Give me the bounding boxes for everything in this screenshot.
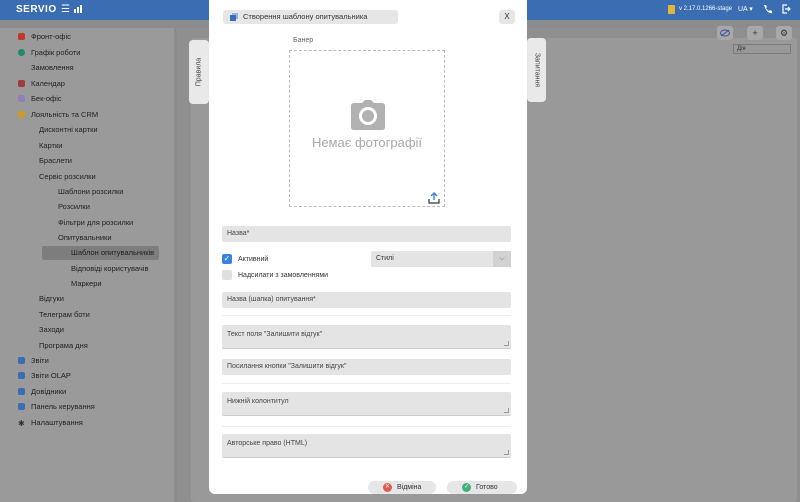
no-photo-text: Немає фотографії xyxy=(311,135,423,150)
sidebar-item-user-answers[interactable]: Відповіді користувачів xyxy=(71,262,148,276)
sidebar-item-olap-reports[interactable]: Звіти OLAP xyxy=(18,369,71,383)
gear-icon: ✱ xyxy=(18,419,25,428)
calendar-icon xyxy=(18,80,25,87)
resize-handle-icon[interactable] xyxy=(504,341,509,346)
banner-label: Банер xyxy=(293,37,314,44)
loyalty-icon xyxy=(18,111,25,118)
hide-icon[interactable] xyxy=(717,26,733,40)
notification-icon[interactable] xyxy=(668,5,675,18)
control-panel-icon xyxy=(18,403,25,410)
upload-icon[interactable] xyxy=(428,192,440,204)
settings-icon[interactable]: ⚙ xyxy=(776,26,792,40)
brand-logo[interactable]: SERVIO xyxy=(16,4,57,15)
menu-icon[interactable]: ☰ xyxy=(61,4,70,16)
camera-icon xyxy=(351,100,385,130)
language-label: UA xyxy=(738,6,748,13)
check-icon: ✓ xyxy=(462,483,471,492)
version-label: v 2.17.0.1266-stage xyxy=(679,6,733,12)
sidebar-item-telegram-bots[interactable]: Телеграм боти xyxy=(39,308,90,322)
sidebar-item-discount-cards[interactable]: Дисконтні картки xyxy=(39,123,98,137)
sidebar-item-reviews[interactable]: Відгуки xyxy=(39,292,64,306)
feedback-text-textarea[interactable]: Текст поля "Залишити відгук" xyxy=(222,325,511,349)
chart-icon[interactable] xyxy=(74,4,83,17)
sidebar-item-back-office[interactable]: Бек-офіс xyxy=(18,92,62,106)
divider xyxy=(222,315,511,316)
tab-rules[interactable]: Правила xyxy=(189,40,209,104)
sidebar-item-orders[interactable]: Замовлення xyxy=(31,61,74,75)
template-icon xyxy=(230,13,238,21)
olap-icon xyxy=(18,372,25,379)
divider xyxy=(222,383,511,384)
active-label: Активний xyxy=(238,256,269,263)
logout-icon[interactable] xyxy=(781,4,791,18)
cancel-button[interactable]: ✕ Відміна xyxy=(368,481,436,494)
sidebar-item-mailing-service[interactable]: Сервіс розсилки xyxy=(39,170,96,184)
resize-handle-icon[interactable] xyxy=(504,408,509,413)
create-template-modal: Створення шаблону опитувальника X Банер … xyxy=(209,0,527,494)
sidebar-item-settings[interactable]: ✱ Налаштування xyxy=(18,416,83,430)
done-button[interactable]: ✓ Готово xyxy=(447,481,517,494)
sidebar-item-front-office[interactable]: Фронт-офіс xyxy=(18,30,71,44)
sidebar-item-reports[interactable]: Звіти xyxy=(18,354,49,368)
active-checkbox[interactable]: ✓ xyxy=(222,254,232,264)
sidebar-item-events[interactable]: Заходи xyxy=(39,323,64,337)
sidebar-item-mailing-filters[interactable]: Фільтри для розсилки xyxy=(58,216,133,230)
close-button[interactable]: X xyxy=(499,10,515,24)
chevron-down-icon: ⌵ xyxy=(493,251,511,267)
sidebar: Фронт-офіс Графік роботи Замовлення Кале… xyxy=(0,28,174,502)
styles-select-value: Стилі xyxy=(376,255,394,262)
sidebar-item-mailing-templates[interactable]: Шаблони розсилки xyxy=(58,185,123,199)
sidebar-item-bracelets[interactable]: Браслети xyxy=(39,154,72,168)
feedback-button-link-input[interactable]: Посилання кнопки "Залишити відгук" xyxy=(222,359,511,375)
sidebar-item-markers[interactable]: Маркери xyxy=(71,277,102,291)
sidebar-item-day-program[interactable]: Програма дня xyxy=(39,339,88,353)
front-office-icon xyxy=(18,33,25,40)
back-office-icon xyxy=(18,95,25,102)
sidebar-item-surveys[interactable]: Опитувальники xyxy=(58,231,112,245)
sidebar-item-cards[interactable]: Картки xyxy=(39,139,62,153)
sidebar-item-directories[interactable]: Довідники xyxy=(18,385,66,399)
sidebar-item-control-panel[interactable]: Панель керування xyxy=(18,400,95,414)
column-header-action: Дія xyxy=(733,44,791,54)
reports-icon xyxy=(18,357,25,364)
directories-icon xyxy=(18,388,25,395)
modal-title: Створення шаблону опитувальника xyxy=(223,10,398,24)
survey-header-input[interactable]: Назва (шапка) опитування* xyxy=(222,292,511,308)
sidebar-item-loyalty-crm[interactable]: Лояльність та CRM xyxy=(18,108,98,122)
name-input[interactable]: Назва* xyxy=(222,226,511,242)
language-select[interactable]: UA ▾ xyxy=(738,5,753,13)
banner-dropzone[interactable]: Немає фотографії xyxy=(289,50,445,207)
add-button[interactable]: + xyxy=(747,26,763,40)
resize-handle-icon[interactable] xyxy=(504,450,509,455)
cancel-icon: ✕ xyxy=(383,483,392,492)
divider xyxy=(222,426,511,427)
phone-icon[interactable] xyxy=(763,4,772,18)
sidebar-item-mailings[interactable]: Розсилки xyxy=(58,200,90,214)
send-with-orders-checkbox[interactable] xyxy=(222,270,232,280)
tab-questions[interactable]: Запитання xyxy=(527,38,546,102)
send-with-orders-label: Надсилати з замовленнями xyxy=(238,272,329,279)
copyright-textarea[interactable]: Авторське право (HTML) xyxy=(222,434,511,458)
sidebar-item-calendar[interactable]: Календар xyxy=(18,77,65,91)
sidebar-item-survey-templates[interactable]: Шаблон опитувальників xyxy=(42,246,159,260)
sidebar-item-schedule[interactable]: Графік роботи xyxy=(18,46,80,60)
styles-select[interactable]: Стилі ⌵ xyxy=(371,251,511,267)
footer-textarea[interactable]: Нижній колонтитул xyxy=(222,392,511,416)
clock-icon xyxy=(18,49,25,56)
